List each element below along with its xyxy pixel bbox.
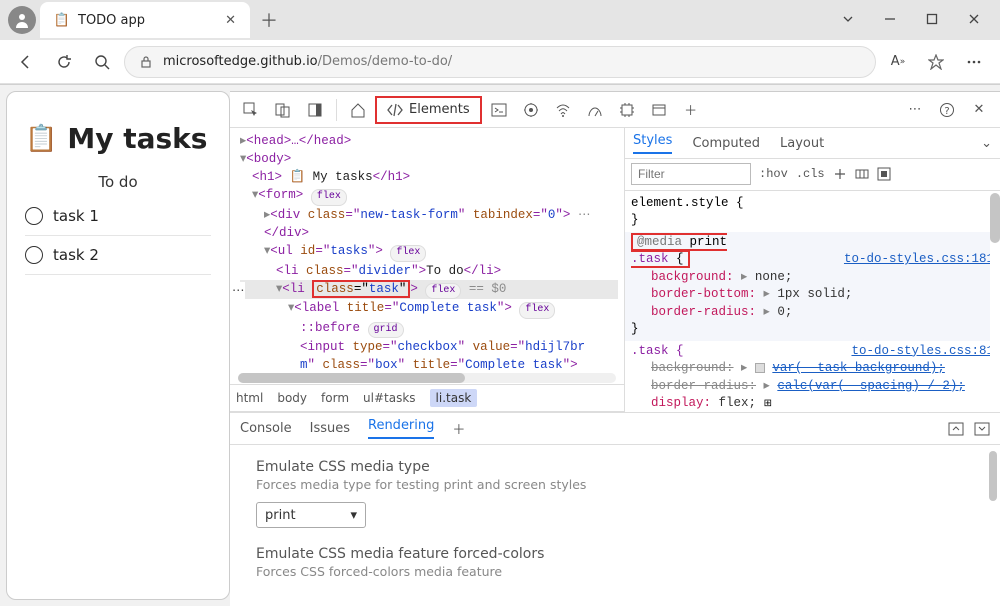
crumb[interactable]: html	[236, 391, 263, 405]
device-icon[interactable]	[268, 96, 298, 124]
dock-drawer-icon[interactable]	[974, 422, 990, 436]
task-item[interactable]: task 2	[25, 236, 211, 275]
close-tab-icon[interactable]: ✕	[225, 13, 236, 28]
search-button[interactable]	[86, 46, 118, 78]
maximize-button[interactable]	[912, 4, 952, 34]
chevron-down-icon[interactable]	[828, 4, 868, 34]
clipboard-icon: 📋	[54, 12, 70, 28]
forced-colors-label: Emulate CSS media feature forced-colors	[256, 546, 974, 562]
close-button[interactable]	[954, 4, 994, 34]
expand-icon[interactable]	[948, 422, 964, 436]
crumb[interactable]: body	[277, 391, 307, 405]
new-rule-icon[interactable]	[833, 167, 847, 181]
more-tabs-icon[interactable]: ＋	[452, 419, 465, 438]
emulate-media-sublabel: Forces media type for testing print and …	[256, 477, 974, 492]
dock-icon[interactable]	[300, 96, 330, 124]
section-heading: To do	[25, 173, 211, 191]
network-icon[interactable]	[548, 96, 578, 124]
read-aloud-icon[interactable]: A»	[882, 46, 914, 78]
chevron-down-icon[interactable]: ⌄	[981, 136, 992, 151]
lock-icon	[139, 55, 153, 69]
styles-tabs: Styles Computed Layout ⌄	[625, 128, 1000, 159]
cls-button[interactable]: .cls	[796, 167, 825, 181]
drawer-tabs: Console Issues Rendering ＋	[230, 413, 1000, 445]
radio-icon[interactable]	[25, 246, 43, 264]
tab-layout[interactable]: Layout	[780, 136, 824, 151]
address-bar: microsoftedge.github.io/Demos/demo-to-do…	[0, 40, 1000, 84]
source-link[interactable]: to-do-styles.css:181	[844, 251, 994, 269]
tab-computed[interactable]: Computed	[692, 136, 760, 151]
breadcrumb: html body form ul#tasks li.task	[230, 384, 624, 412]
browser-chrome: 📋 TODO app ✕ ＋ microsoftedge.github.io/D…	[0, 0, 1000, 85]
chevron-down-icon: ▾	[350, 508, 357, 523]
styles-panel: Styles Computed Layout ⌄ :hov .cls eleme…	[625, 128, 1000, 412]
devtools-drawer: Console Issues Rendering ＋ Emulate CSS m…	[230, 412, 1000, 606]
styles-content[interactable]: element.style { } @media print.task { to…	[625, 191, 1000, 412]
hov-button[interactable]: :hov	[759, 167, 788, 181]
page-title: 📋My tasks	[25, 122, 211, 155]
vertical-scrollbar[interactable]	[990, 191, 1000, 412]
profile-icon[interactable]	[8, 6, 36, 34]
more-tabs-icon[interactable]: ＋	[676, 96, 706, 124]
reload-button[interactable]	[48, 46, 80, 78]
inspect-icon[interactable]	[236, 96, 266, 124]
media-type-select[interactable]: print▾	[256, 502, 366, 528]
help-icon[interactable]: ?	[932, 96, 962, 124]
styles-filter-bar: :hov .cls	[625, 159, 1000, 190]
devtools-toolbar: Elements ＋ ⋯ ? ✕	[230, 92, 1000, 128]
rendering-panel: Emulate CSS media type Forces media type…	[230, 445, 1000, 606]
new-tab-button[interactable]: ＋	[260, 7, 278, 33]
memory-icon[interactable]	[612, 96, 642, 124]
source-link[interactable]: to-do-styles.css:81	[851, 343, 994, 361]
crumb[interactable]: ul#tasks	[363, 391, 416, 405]
tab-styles[interactable]: Styles	[633, 133, 672, 154]
browser-tab[interactable]: 📋 TODO app ✕	[40, 2, 250, 38]
forced-colors-sublabel: Forces CSS forced-colors media feature	[256, 564, 974, 579]
filter-input[interactable]	[631, 163, 751, 185]
elements-tab[interactable]: Elements	[375, 96, 482, 124]
task-item[interactable]: task 1	[25, 197, 211, 236]
welcome-icon[interactable]	[343, 96, 373, 124]
page-content: 📋My tasks To do task 1 task 2	[6, 91, 230, 600]
tab-title: TODO app	[78, 13, 217, 28]
close-devtools-icon[interactable]: ✕	[964, 96, 994, 124]
tab-console[interactable]: Console	[240, 421, 292, 436]
radio-icon[interactable]	[25, 207, 43, 225]
devtools: Elements ＋ ⋯ ? ✕ ▸<head>…</head> ▾<body>…	[230, 91, 1000, 606]
selected-dom-node[interactable]: ▾<li class="task"> flex == $0	[240, 280, 618, 300]
url-field[interactable]: microsoftedge.github.io/Demos/demo-to-do…	[124, 46, 876, 78]
sources-icon[interactable]	[516, 96, 546, 124]
performance-icon[interactable]	[580, 96, 610, 124]
window-controls	[828, 4, 994, 34]
emulate-media-label: Emulate CSS media type	[256, 459, 974, 475]
url-text: microsoftedge.github.io/Demos/demo-to-do…	[163, 54, 452, 69]
svg-text:?: ?	[944, 106, 949, 117]
minimize-button[interactable]	[870, 4, 910, 34]
crumb[interactable]: form	[321, 391, 349, 405]
crumb-active[interactable]: li.task	[430, 389, 478, 407]
more-icon[interactable]: ⋯	[900, 96, 930, 124]
menu-icon[interactable]	[958, 46, 990, 78]
computed-icon[interactable]	[877, 167, 891, 181]
dom-panel: ▸<head>…</head> ▾<body> <h1> 📋 My tasks<…	[230, 128, 625, 412]
tab-rendering[interactable]: Rendering	[368, 418, 434, 439]
favorite-icon[interactable]	[920, 46, 952, 78]
vertical-scrollbar[interactable]	[989, 451, 997, 600]
horizontal-scrollbar[interactable]	[230, 370, 624, 384]
clipboard-icon: 📋	[25, 124, 57, 154]
flexbox-icon[interactable]	[855, 167, 869, 181]
tab-issues[interactable]: Issues	[310, 421, 350, 436]
console-icon[interactable]	[484, 96, 514, 124]
back-button[interactable]	[10, 46, 42, 78]
application-icon[interactable]	[644, 96, 674, 124]
dom-tree[interactable]: ▸<head>…</head> ▾<body> <h1> 📋 My tasks<…	[230, 128, 624, 370]
